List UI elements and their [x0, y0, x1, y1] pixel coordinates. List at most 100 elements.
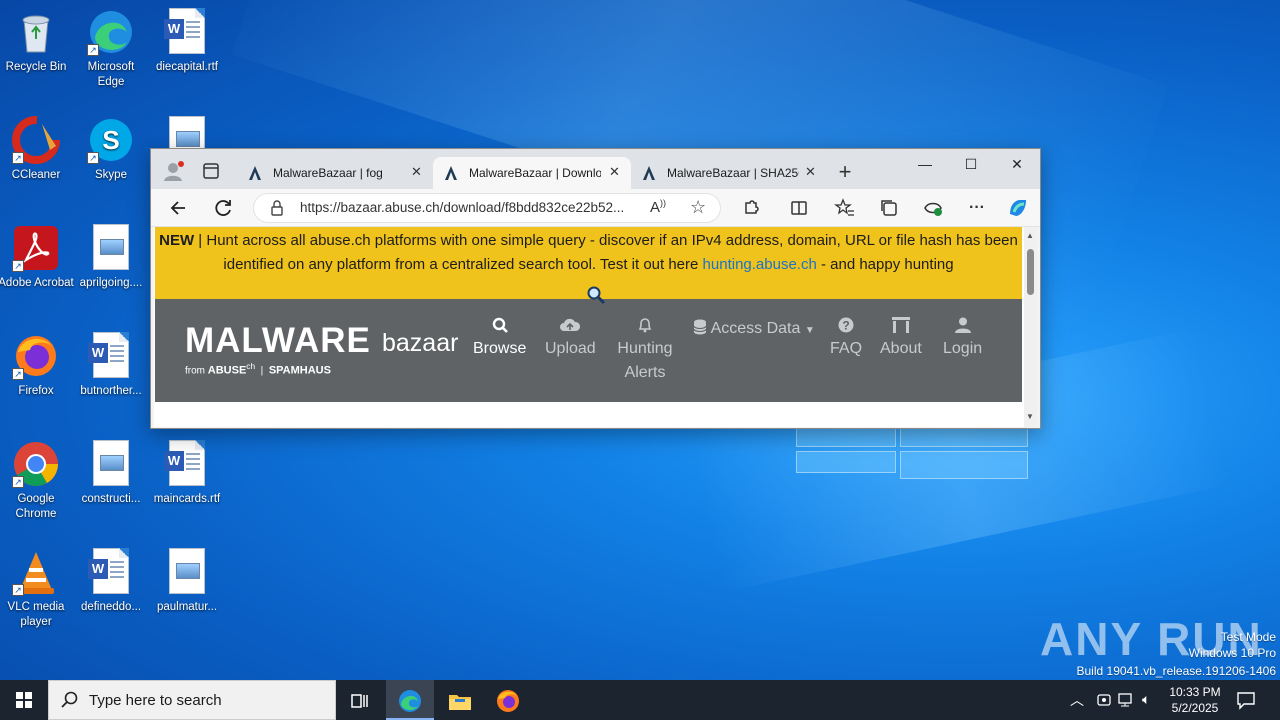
tab-strip: MalwareBazaar | fog ✕ MalwareBazaar | Do… — [151, 149, 1040, 189]
desktop-icon-vlc[interactable]: ↗ VLC media player — [0, 548, 74, 630]
word-doc-icon: W — [87, 548, 135, 596]
split-screen-icon[interactable] — [785, 194, 813, 222]
desktop-icon-label: Skype — [95, 169, 127, 181]
malwarebazaar-favicon-icon — [641, 165, 657, 181]
image-file-icon — [87, 224, 135, 272]
svg-text:S: S — [102, 125, 119, 155]
nav-browse[interactable]: Browse — [473, 317, 526, 361]
taskbar-edge-icon[interactable] — [386, 680, 434, 720]
svg-text:?: ? — [842, 319, 849, 333]
nav-hunting-alerts[interactable]: Hunting Alerts — [616, 317, 674, 385]
more-options-icon[interactable]: ··· — [963, 194, 991, 222]
tab-download[interactable]: MalwareBazaar | Downlo ✕ — [433, 157, 631, 189]
read-aloud-icon[interactable]: A)) — [650, 198, 666, 216]
profile-avatar-icon[interactable] — [159, 157, 187, 185]
desktop-icon-adobe-acrobat[interactable]: ↗ Adobe Acrobat — [0, 224, 74, 291]
site-logo-sub: bazaar — [382, 329, 459, 357]
address-bar[interactable]: https://bazaar.abuse.ch/download/f8bdd83… — [253, 193, 721, 223]
desktop-icon-label: defineddo... — [80, 601, 142, 613]
magnifier-cursor-icon — [586, 285, 606, 310]
vertical-scrollbar[interactable]: ▲ ▼ — [1024, 227, 1037, 427]
wallpaper-windows-logo — [796, 425, 1028, 480]
browser-essentials-icon[interactable] — [919, 194, 947, 222]
desktop-icon-recycle-bin[interactable]: Recycle Bin — [0, 8, 74, 75]
close-tab-icon[interactable]: ✕ — [411, 165, 423, 178]
close-window-button[interactable]: ✕ — [994, 149, 1040, 179]
desktop-icon-diecapital[interactable]: W diecapital.rtf — [149, 8, 225, 75]
tab-label: MalwareBazaar | SHA256 — [667, 166, 799, 180]
tab-actions-icon[interactable] — [197, 157, 225, 185]
collections-icon[interactable] — [875, 194, 903, 222]
favorite-star-icon[interactable]: ☆ — [690, 197, 706, 218]
scroll-down-icon[interactable]: ▼ — [1026, 412, 1034, 421]
desktop-icon-maincards[interactable]: W maincards.rtf — [149, 440, 225, 507]
copilot-icon[interactable] — [1004, 194, 1032, 222]
desktop-icon-defineddo[interactable]: W defineddo... — [73, 548, 149, 615]
desktop-icon-label: aprilgoing.... — [79, 277, 143, 289]
network-badge-icon[interactable] — [1096, 692, 1112, 711]
desktop-icon-label: Google Chrome — [15, 493, 57, 520]
word-doc-icon: W — [87, 332, 135, 380]
taskbar-search-box[interactable]: Type here to search — [48, 680, 336, 720]
refresh-icon[interactable] — [209, 194, 237, 222]
desktop-icon-label: maincards.rtf — [153, 493, 221, 505]
scrollbar-thumb[interactable] — [1027, 249, 1034, 295]
favorites-icon[interactable] — [831, 194, 859, 222]
volume-icon[interactable]: 🔈︎ — [1142, 691, 1150, 708]
chrome-icon: ↗ — [12, 440, 60, 488]
network-icon[interactable] — [1118, 692, 1136, 711]
site-logo-from: from ABUSEch | SPAMHAUS — [185, 361, 331, 377]
desktop-icon-aprilgoing[interactable]: aprilgoing.... — [73, 224, 149, 291]
nav-login[interactable]: Login — [943, 317, 982, 361]
lock-icon[interactable] — [270, 200, 284, 219]
edge-browser-window: MalwareBazaar | fog ✕ MalwareBazaar | Do… — [150, 148, 1041, 429]
desktop-icon-label: butnorther... — [80, 385, 142, 397]
desktop-icon-butnorther[interactable]: W butnorther... — [73, 332, 149, 399]
site-logo[interactable]: MALWARE — [185, 321, 371, 361]
search-placeholder: Type here to search — [89, 692, 222, 709]
desktop-icon-label: CCleaner — [11, 169, 61, 181]
desktop-icon-constructi[interactable]: constructi... — [73, 440, 149, 507]
minimize-button[interactable]: — — [902, 149, 948, 179]
task-view-icon[interactable] — [336, 680, 384, 720]
nav-upload[interactable]: Upload — [545, 317, 596, 361]
page-content: NEW | Hunt across all abuse.ch platforms… — [154, 227, 1037, 427]
watermark-build: Build 19041.vb_release.191206-1406 — [1076, 664, 1277, 678]
close-tab-icon[interactable]: ✕ — [609, 165, 621, 178]
maximize-button[interactable]: ☐ — [948, 149, 994, 179]
acrobat-icon: ↗ — [12, 224, 60, 272]
nav-access-data[interactable]: Access Data ▼ — [693, 317, 815, 343]
cloud-upload-icon — [545, 317, 596, 333]
desktop-icon-label: Adobe Acrobat — [0, 277, 74, 289]
desktop-icon-paulmatur[interactable]: paulmatur... — [149, 548, 225, 615]
nav-faq[interactable]: ? FAQ — [830, 317, 862, 361]
back-arrow-icon[interactable] — [165, 194, 193, 222]
question-icon: ? — [830, 317, 862, 333]
desktop-icon-label: paulmatur... — [156, 601, 218, 613]
desktop-icon-microsoft-edge[interactable]: ↗ Microsoft Edge — [73, 8, 149, 90]
desktop-icon-firefox[interactable]: ↗ Firefox — [0, 332, 74, 399]
clock-time: 10:33 PM — [1169, 685, 1221, 699]
tab-sha256[interactable]: MalwareBazaar | SHA256 ✕ — [631, 157, 827, 189]
desktop-icon-label: diecapital.rtf — [155, 61, 218, 73]
word-doc-icon: W — [163, 8, 211, 56]
start-button[interactable] — [0, 680, 48, 720]
hunting-link[interactable]: hunting.abuse.ch — [703, 256, 817, 273]
close-tab-icon[interactable]: ✕ — [805, 165, 817, 178]
desktop-icon-google-chrome[interactable]: ↗ Google Chrome — [0, 440, 74, 522]
nav-about[interactable]: About — [880, 317, 922, 361]
tab-fog[interactable]: MalwareBazaar | fog ✕ — [237, 157, 433, 189]
extensions-icon[interactable] — [737, 194, 765, 222]
vlc-icon: ↗ — [12, 548, 60, 596]
chevron-up-icon[interactable]: ︿ — [1070, 690, 1084, 710]
image-file-icon — [87, 440, 135, 488]
desktop-icon-skype[interactable]: S ↗ Skype — [73, 116, 149, 183]
taskbar-firefox-icon[interactable] — [484, 680, 532, 720]
tab-label: MalwareBazaar | Downlo — [469, 166, 601, 180]
taskbar-clock[interactable]: 10:33 PM 5/2/2025 — [1160, 684, 1230, 716]
file-explorer-icon[interactable] — [436, 680, 484, 720]
desktop-icon-ccleaner[interactable]: ↗ CCleaner — [0, 116, 74, 183]
scroll-up-icon[interactable]: ▲ — [1026, 231, 1034, 240]
notifications-icon[interactable] — [1236, 690, 1256, 715]
new-tab-button[interactable]: + — [831, 158, 859, 186]
